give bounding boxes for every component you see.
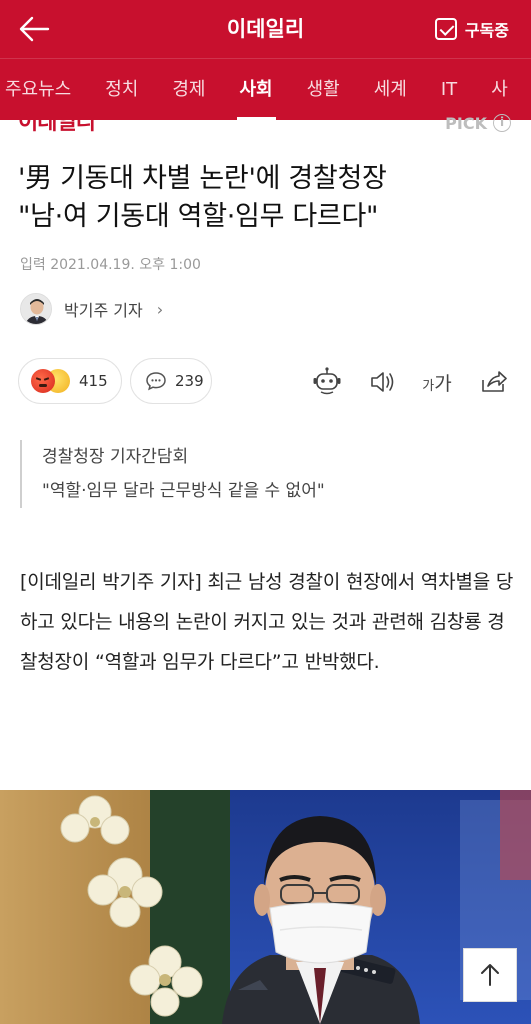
- article-dateline: 입력 2021.04.19. 오후 1:00: [20, 257, 201, 273]
- reaction-count: 415: [79, 372, 108, 390]
- comment-button[interactable]: 239: [130, 358, 212, 404]
- tab-7[interactable]: 사: [474, 59, 525, 120]
- summary-line: "역할·임무 달라 근무방식 같을 수 없어": [42, 481, 325, 501]
- article-photo[interactable]: [0, 790, 531, 1024]
- font-size-large-label: 가: [434, 372, 452, 395]
- pick-label: PICK: [445, 113, 487, 133]
- angry-emoji-icon: [31, 369, 55, 393]
- subscribe-button[interactable]: 구독중: [434, 15, 509, 43]
- share-icon: [482, 371, 507, 392]
- reporter-portrait-icon: [21, 294, 51, 324]
- article-photo-image: [0, 790, 531, 1024]
- top-header: 이데일리 구독중: [0, 0, 531, 58]
- speaker-button[interactable]: [366, 366, 398, 398]
- tab-3[interactable]: 사회: [223, 59, 290, 120]
- reaction-button[interactable]: 415: [18, 358, 122, 404]
- speaker-icon: [371, 372, 394, 392]
- article-title-line-2: "남·여 기동대 역할·임무 다르다": [18, 201, 379, 232]
- font-size-icon: 가가: [422, 369, 451, 396]
- scroll-top-icon: [481, 964, 499, 986]
- tts-robot-icon: [313, 367, 341, 395]
- subscribe-check-icon: [434, 18, 457, 40]
- info-icon: i: [493, 114, 511, 132]
- font-size-button[interactable]: 가가: [421, 366, 453, 398]
- article-summary: 경찰청장 기자간담회 "역할·임무 달라 근무방식 같을 수 없어": [20, 440, 510, 508]
- reaction-emoji-icon: [31, 368, 71, 394]
- tab-6[interactable]: IT: [424, 59, 474, 120]
- comment-count: 239: [175, 372, 204, 390]
- reporter-link[interactable]: 박기주 기자 ›: [20, 292, 163, 326]
- summary-line: 경찰청장 기자간담회: [42, 447, 189, 467]
- scroll-top-button[interactable]: [463, 948, 517, 1002]
- subscribe-label: 구독중: [464, 21, 509, 40]
- tab-2[interactable]: 경제: [155, 59, 222, 120]
- pick-badge[interactable]: PICK i: [445, 112, 511, 134]
- tab-4[interactable]: 생활: [290, 59, 357, 120]
- comment-bubble-icon: [146, 372, 166, 391]
- tts-robot-button[interactable]: [311, 366, 343, 398]
- publisher-logo-text: 이데일리: [18, 110, 96, 134]
- reporter-avatar: [20, 293, 52, 325]
- reporter-name: 박기주 기자: [64, 301, 143, 320]
- article-title: '男 기동대 차별 논란'에 경찰청장 "남·여 기동대 역할·임무 다르다": [18, 160, 518, 236]
- chevron-right-icon: ›: [156, 299, 164, 319]
- tab-5[interactable]: 세계: [357, 59, 424, 120]
- share-button[interactable]: [478, 366, 510, 398]
- publisher-logo[interactable]: 이데일리: [18, 110, 138, 134]
- article-title-line-1: '男 기동대 차별 논란'에 경찰청장: [18, 163, 387, 194]
- article-body: [이데일리 박기주 기자] 최근 남성 경찰이 현장에서 역차별을 당하고 있다…: [20, 571, 514, 673]
- font-size-small-label: 가: [422, 378, 435, 394]
